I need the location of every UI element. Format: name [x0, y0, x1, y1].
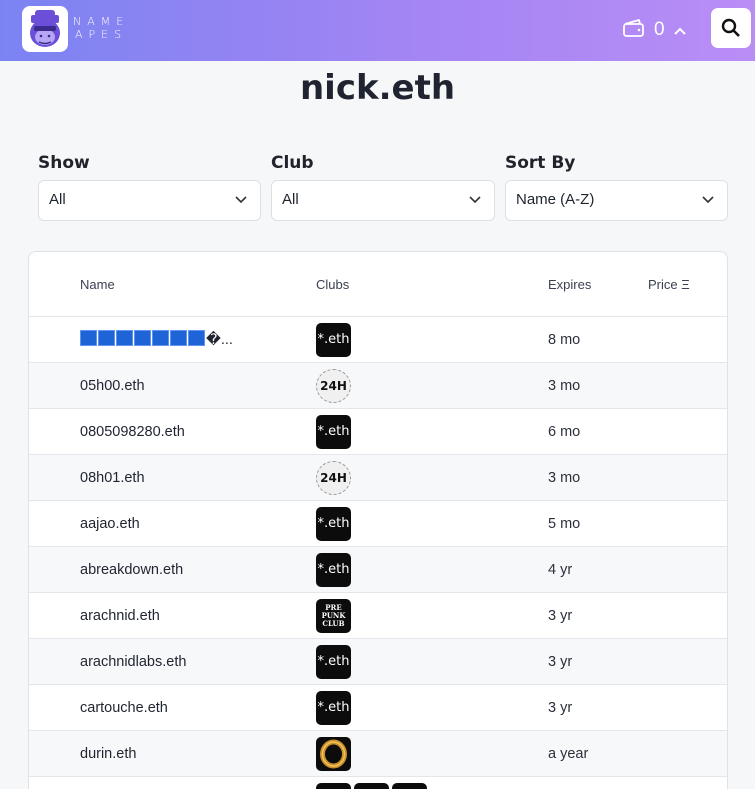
row-expires: 5 mo — [548, 516, 581, 532]
search-icon — [721, 18, 740, 37]
filter-show: Show All — [38, 153, 261, 221]
club-badge[interactable] — [354, 783, 389, 789]
ring-icon[interactable] — [316, 737, 351, 771]
row-expires: 3 yr — [548, 654, 573, 670]
brand-wordmark: NAME APES — [73, 15, 130, 41]
row-name[interactable]: abreakdown.eth — [80, 562, 183, 578]
club-badge[interactable] — [392, 783, 427, 789]
row-name[interactable]: �... — [80, 330, 233, 348]
row-expires: 6 mo — [548, 424, 581, 440]
row-name[interactable]: aajao.eth — [80, 516, 140, 532]
club-badge[interactable]: *.eth — [316, 323, 351, 357]
row-name[interactable]: cartouche.eth — [80, 700, 168, 716]
top-navbar: NAME APES 0 — [0, 0, 755, 61]
wallet-icon — [622, 18, 646, 42]
row-name[interactable]: arachnid.eth — [80, 608, 160, 624]
table-row[interactable]: 0805098280.eth *.eth 6 mo — [29, 409, 727, 455]
row-expires: 8 mo — [548, 332, 581, 348]
table-row[interactable] — [29, 777, 727, 789]
row-name[interactable]: 05h00.eth — [80, 378, 145, 394]
brand-line-2: APES — [75, 28, 128, 41]
club-badge[interactable]: PRE PUNK CLUB — [316, 599, 351, 633]
chevron-down-icon — [235, 196, 247, 204]
table-row[interactable]: arachnidlabs.eth *.eth 3 yr — [29, 639, 727, 685]
club-badge[interactable]: 24H — [316, 461, 351, 495]
table-row[interactable]: cartouche.eth *.eth 3 yr — [29, 685, 727, 731]
club-select-value: All — [282, 191, 299, 208]
row-expires: 3 mo — [548, 378, 581, 394]
club-badge[interactable]: *.eth — [316, 507, 351, 541]
sort-select[interactable]: Name (A-Z) — [505, 180, 728, 221]
column-header-expires[interactable]: Expires — [548, 277, 591, 292]
club-badge[interactable]: 24H — [316, 369, 351, 403]
row-name[interactable]: 08h01.eth — [80, 470, 145, 486]
table-row[interactable]: durin.eth a year — [29, 731, 727, 777]
chevron-down-icon — [469, 196, 481, 204]
row-expires: 4 yr — [548, 562, 573, 578]
club-badge[interactable]: *.eth — [316, 415, 351, 449]
row-expires: a year — [548, 746, 589, 762]
filter-sort-label: Sort By — [505, 153, 576, 173]
filter-show-label: Show — [38, 153, 90, 173]
cart-count: 0 — [654, 19, 665, 40]
chevron-down-icon — [702, 196, 714, 204]
table-row[interactable]: 05h00.eth 24H 3 mo — [29, 363, 727, 409]
page-title: nick.eth — [299, 68, 456, 108]
row-expires: 3 yr — [548, 608, 573, 624]
brand-line-1: NAME — [73, 15, 130, 28]
sort-select-value: Name (A-Z) — [516, 191, 595, 208]
ape-logo-icon[interactable] — [22, 6, 68, 52]
chevron-up-icon — [673, 21, 687, 40]
table-header: Name Clubs Expires Price Ξ — [29, 252, 727, 317]
filter-club-label: Club — [271, 153, 314, 173]
table-row[interactable]: arachnid.eth PRE PUNK CLUB 3 yr — [29, 593, 727, 639]
row-expires: 3 yr — [548, 700, 573, 716]
club-badge[interactable]: *.eth — [316, 691, 351, 725]
club-badge[interactable]: *.eth — [316, 645, 351, 679]
column-header-clubs[interactable]: Clubs — [316, 277, 349, 292]
search-button[interactable] — [711, 8, 751, 48]
club-badge[interactable] — [316, 783, 351, 789]
emoji-blocks — [80, 330, 206, 348]
row-expires: 3 mo — [548, 470, 581, 486]
table-row[interactable]: �... *.eth 8 mo — [29, 317, 727, 363]
row-name[interactable]: 0805098280.eth — [80, 424, 185, 440]
row-name[interactable]: arachnidlabs.eth — [80, 654, 186, 670]
wallet-cart-button[interactable]: 0 — [622, 17, 687, 43]
club-badge[interactable]: *.eth — [316, 553, 351, 587]
table-row[interactable]: aajao.eth *.eth 5 mo — [29, 501, 727, 547]
table-row[interactable]: 08h01.eth 24H 3 mo — [29, 455, 727, 501]
show-select-value: All — [49, 191, 66, 208]
column-header-price[interactable]: Price Ξ — [648, 277, 690, 292]
row-name-text: �... — [206, 332, 233, 348]
table-row[interactable]: abreakdown.eth *.eth 4 yr — [29, 547, 727, 593]
filter-sort: Sort By Name (A-Z) — [505, 153, 728, 221]
names-table: Name Clubs Expires Price Ξ �... *.eth 8 … — [28, 251, 728, 789]
filter-club: Club All — [271, 153, 495, 221]
show-select[interactable]: All — [38, 180, 261, 221]
row-name[interactable]: durin.eth — [80, 746, 136, 762]
column-header-name[interactable]: Name — [80, 277, 115, 292]
club-select[interactable]: All — [271, 180, 495, 221]
